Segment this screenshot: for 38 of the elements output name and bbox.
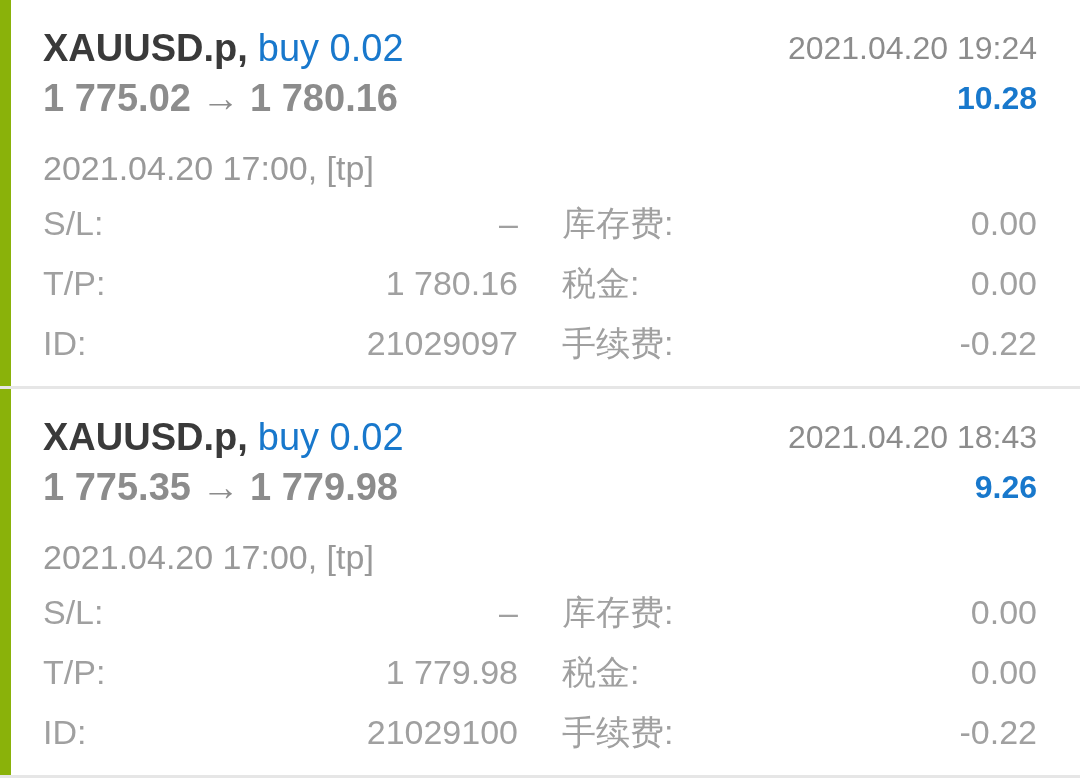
field-value: 1 779.98 xyxy=(384,652,518,693)
field-label: ID: xyxy=(43,323,88,364)
symbol-text: XAUUSD.p, xyxy=(43,415,248,459)
field-label: T/P: xyxy=(43,263,107,304)
field-label: 库存费: xyxy=(561,203,675,244)
field-label: S/L: xyxy=(43,592,105,633)
field-value: 1 780.16 xyxy=(384,263,518,304)
profit-text: 10.28 xyxy=(956,79,1037,117)
field-label: 库存费: xyxy=(561,592,675,633)
field-value: 0.00 xyxy=(969,263,1037,304)
order-side-text: buy 0.02 xyxy=(257,26,404,70)
field-value: – xyxy=(498,592,518,633)
field-label: 税金: xyxy=(561,652,641,693)
close-time-text: 2021.04.20 18:43 xyxy=(787,418,1037,456)
close-time-text: 2021.04.20 19:24 xyxy=(787,29,1037,67)
profit-text: 9.26 xyxy=(974,468,1037,506)
field-value: 21029097 xyxy=(365,323,518,364)
trade-card[interactable]: XAUUSD.p, buy 0.02 2021.04.20 19:24 1 775.02 → 1 780.16 10.28 2021.04.20 17:00, [tp] S/L: – 库存费: 0.00 T/P: 1 780.16 税金: 0.00 ID: 21029097 手续费: -0.22 xyxy=(0,0,1080,389)
price-text: 1 775.35 → 1 779.98 xyxy=(43,465,398,509)
field-value: – xyxy=(498,203,518,244)
trade-card[interactable]: XAUUSD.p, buy 0.02 2021.04.20 18:43 1 775.35 → 1 779.98 9.26 2021.04.20 17:00, [tp] S/L: – 库存费: 0.00 T/P: 1 779.98 税金: 0.00 ID: 21029100 手续费: -0.22 xyxy=(0,389,1080,778)
field-label: 手续费: xyxy=(561,323,675,364)
field-label: 税金: xyxy=(561,263,641,304)
price-text: 1 775.02 → 1 780.16 xyxy=(43,76,398,120)
open-time-text: 2021.04.20 17:00, [tp] xyxy=(43,537,375,578)
field-label: S/L: xyxy=(43,203,105,244)
field-value: 0.00 xyxy=(969,652,1037,693)
field-label: T/P: xyxy=(43,652,107,693)
field-value: 0.00 xyxy=(969,203,1037,244)
field-value: -0.22 xyxy=(958,712,1037,753)
order-side-text: buy 0.02 xyxy=(257,415,404,459)
field-label: ID: xyxy=(43,712,88,753)
field-value: 0.00 xyxy=(969,592,1037,633)
open-time-text: 2021.04.20 17:00, [tp] xyxy=(43,148,375,189)
field-value: 21029100 xyxy=(365,712,518,753)
field-label: 手续费: xyxy=(561,712,675,753)
field-value: -0.22 xyxy=(958,323,1037,364)
symbol-text: XAUUSD.p, xyxy=(43,26,248,70)
